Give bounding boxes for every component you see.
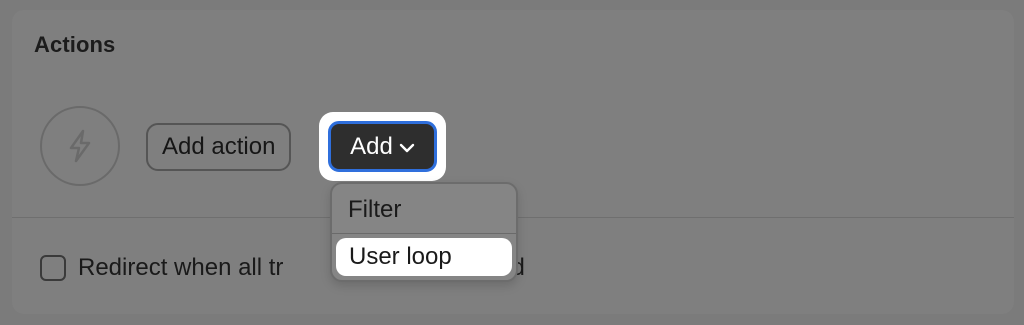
add-action-button[interactable]: Add action [146, 123, 292, 171]
menu-separator [332, 233, 516, 234]
chevron-down-icon [399, 143, 415, 153]
add-dropdown-menu: Filter User loop [330, 182, 518, 282]
add-dropdown-button[interactable]: Add [328, 121, 437, 172]
lightning-bolt-icon [69, 129, 91, 163]
section-title: Actions [34, 32, 116, 57]
trigger-placeholder [40, 106, 120, 186]
redirect-checkbox[interactable] [40, 255, 66, 281]
menu-item-filter[interactable]: Filter [348, 196, 401, 224]
menu-item-user-loop[interactable]: User loop [336, 238, 512, 276]
add-button-label: Add [350, 132, 393, 160]
page: Actions Add action Add Redirect when all… [0, 0, 1024, 325]
